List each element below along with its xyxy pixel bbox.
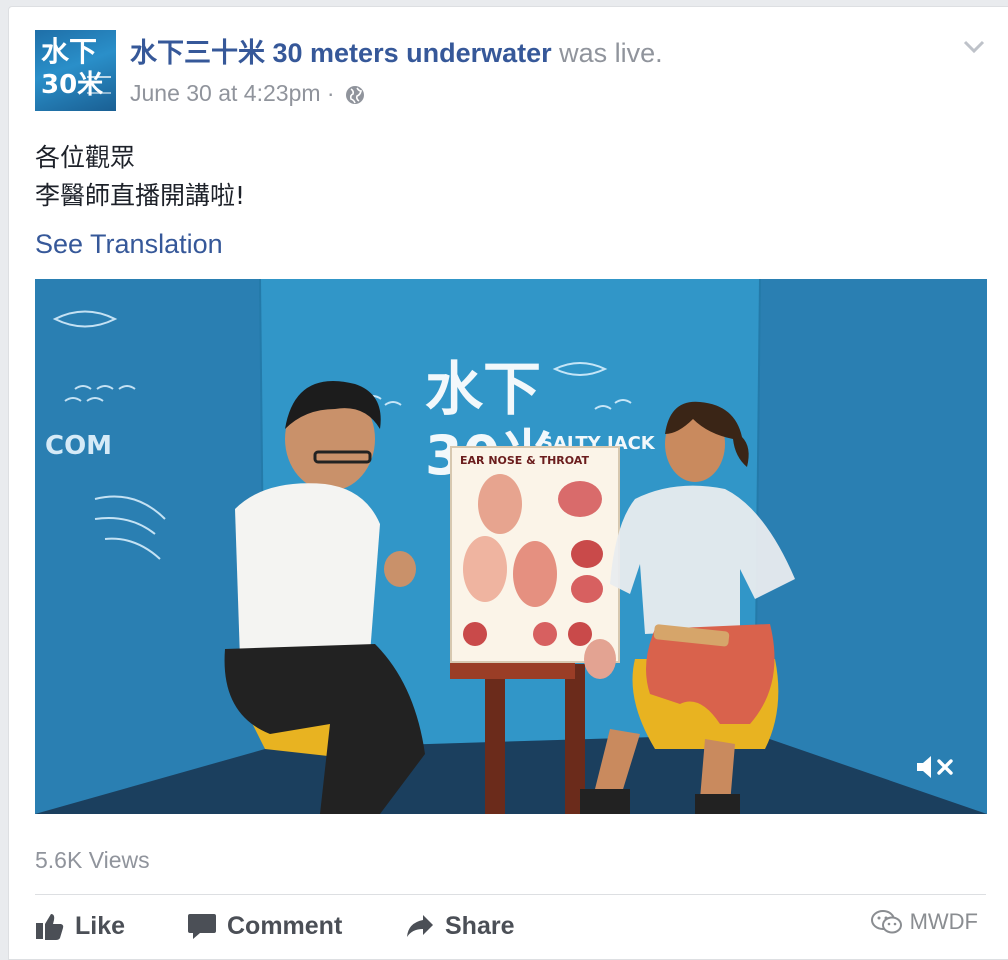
share-arrow-icon — [407, 915, 433, 937]
page-avatar[interactable]: 水下 30米 — [35, 30, 116, 111]
page-name-link[interactable]: 水下三十米 30 meters underwater — [130, 38, 552, 68]
message-line-1: 各位觀眾 — [35, 143, 136, 172]
like-button[interactable]: Like — [35, 909, 125, 943]
post-message: 各位觀眾 李醫師直播開講啦! — [35, 139, 245, 215]
speaker-muted-icon[interactable] — [915, 754, 957, 780]
wechat-icon — [870, 910, 902, 934]
watermark-text: MWDF — [909, 909, 978, 934]
comment-icon — [188, 914, 216, 939]
avatar-text-line1: 水下 — [41, 35, 98, 68]
wall-text-1: 水下 — [425, 355, 541, 423]
message-line-2: 李醫師直播開講啦! — [35, 181, 246, 210]
comment-label: Comment — [227, 911, 343, 940]
post-meta: June 30 at 4:23pm · — [130, 79, 365, 107]
share-label: Share — [445, 911, 515, 940]
post-timestamp[interactable]: June 30 at 4:23pm — [130, 80, 321, 106]
live-status-text: was live. — [551, 38, 663, 68]
svg-text:COM: COM — [45, 431, 112, 461]
avatar-wave-decoration — [87, 76, 111, 94]
globe-icon[interactable] — [345, 85, 365, 105]
like-label: Like — [75, 911, 126, 940]
action-divider — [35, 894, 986, 895]
post-card: 水下 30米 水下三十米 30 meters underwater was li… — [8, 6, 1008, 960]
view-count: 5.6K Views — [35, 847, 150, 873]
video-frame: COM 水下 30米 SALTY JACK EAR NOSE & THROAT — [35, 279, 987, 814]
see-translation-link[interactable]: See Translation — [35, 228, 223, 260]
share-button[interactable]: Share — [405, 909, 514, 943]
comment-button[interactable]: Comment — [187, 909, 342, 943]
post-headline: 水下三十米 30 meters underwater was live. — [130, 37, 663, 69]
live-video-player[interactable]: COM 水下 30米 SALTY JACK EAR NOSE & THROAT — [35, 279, 987, 814]
watermark: MWDF — [870, 909, 978, 935]
meta-separator: · — [320, 80, 341, 106]
thumbs-up-icon — [36, 914, 64, 940]
poster-title: EAR NOSE & THROAT — [460, 454, 589, 467]
chevron-down-icon[interactable] — [962, 39, 986, 55]
